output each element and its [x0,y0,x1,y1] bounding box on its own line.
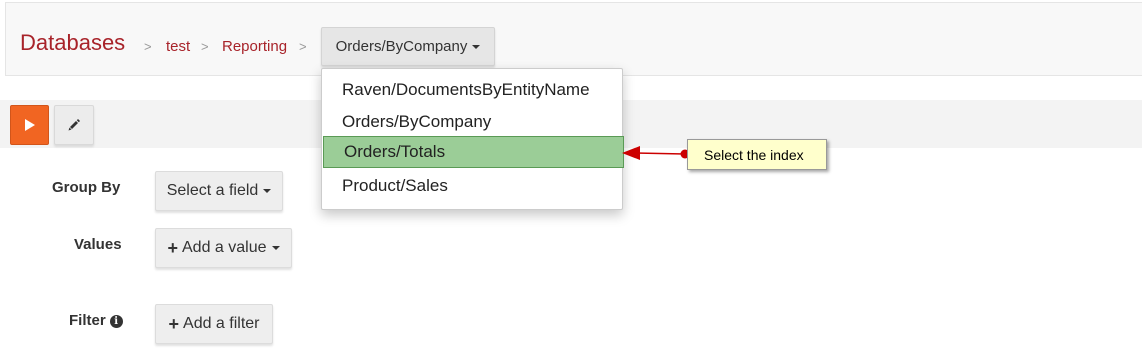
index-selector-label: Orders/ByCompany [335,38,468,55]
plus-icon: + [168,313,180,334]
run-button[interactable] [10,105,49,145]
add-filter-label: Add a filter [183,315,260,332]
edit-button[interactable] [54,105,94,145]
dropdown-item-orders-bycompany[interactable]: Orders/ByCompany [322,106,622,138]
annotation-callout: Select the index [687,139,827,170]
add-filter-button[interactable]: + Add a filter [155,304,273,344]
dropdown-item-orders-totals[interactable]: Orders/Totals [323,136,624,168]
chevron-down-icon [472,44,481,49]
brand-databases-link[interactable]: Databases [20,30,125,56]
breadcrumb-separator: > [201,39,209,54]
annotation-arrow [622,146,690,160]
filter-label-group: Filter i [69,312,123,329]
breadcrumb-test[interactable]: test [166,38,190,55]
values-label: Values [74,236,122,253]
breadcrumb-separator: > [299,39,307,54]
index-dropdown-menu: Raven/DocumentsByEntityName Orders/ByCom… [321,68,624,210]
index-selector-button[interactable]: Orders/ByCompany [321,27,495,66]
info-icon[interactable]: i [109,314,123,328]
select-field-button[interactable]: Select a field [155,171,283,211]
breadcrumb-reporting[interactable]: Reporting [222,38,287,55]
play-icon [24,119,35,131]
plus-icon: + [167,237,178,258]
add-value-label: Add a value [182,239,267,256]
add-value-button[interactable]: + Add a value [155,228,292,268]
filter-label: Filter [69,312,106,329]
pencil-icon [68,119,80,131]
chevron-down-icon [263,189,272,193]
group-by-label: Group By [52,179,121,196]
dropdown-item-raven-documents[interactable]: Raven/DocumentsByEntityName [322,74,622,106]
dropdown-item-product-sales[interactable]: Product/Sales [322,170,622,202]
select-field-label: Select a field [166,182,259,199]
chevron-down-icon [271,246,280,250]
breadcrumb-separator: > [144,39,152,54]
